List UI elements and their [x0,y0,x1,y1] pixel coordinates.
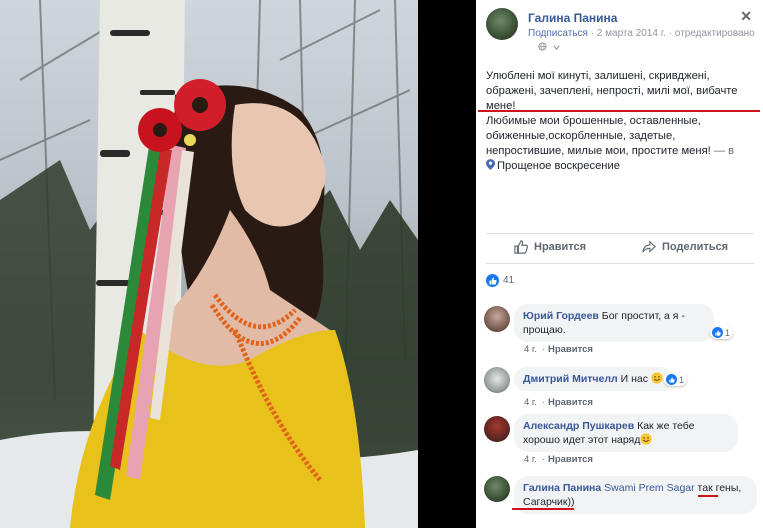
likes-count: 41 [503,275,515,286]
comment-2: Дмитрий Митчелл И нас 1 4 г. · Нравится [484,367,759,408]
smile-emoji-icon [651,372,663,384]
commenter-avatar[interactable] [484,476,510,502]
share-icon [642,240,656,253]
author-avatar[interactable] [486,8,518,40]
subscribe-link[interactable]: Подписаться [528,28,588,39]
red-underline-name [512,508,574,510]
comment-4: Галина Панина Swami Prem Sagar так гены,… [484,476,759,526]
reaction-count: 1 [725,327,731,338]
like-icon [666,374,677,385]
like-icon [712,327,723,338]
commenter-avatar[interactable] [484,416,510,442]
close-icon[interactable]: ✕ [740,8,752,25]
comment-meta: 4 г. · Нравится [524,344,593,355]
privacy-row [538,42,560,53]
commenter-name[interactable]: Галина Панина [523,482,601,494]
commenter-name[interactable]: Александр Пушкарев [523,420,634,432]
comment-like-link[interactable]: Нравится [548,397,593,408]
smile-emoji-icon [640,433,652,445]
comment-bubble: Дмитрий Митчелл И нас [514,367,672,391]
chevron-down-icon[interactable] [552,44,560,51]
share-button-label: Поделиться [662,241,729,253]
comment-time[interactable]: 4 г. [524,454,537,465]
like-button-label: Нравится [534,241,587,253]
like-button[interactable]: Нравится [514,240,586,254]
facebook-post: Галина Панина Подписаться · 2 марта 2014… [476,0,763,528]
author-name[interactable]: Галина Панина [528,11,617,25]
divider-top [486,233,754,234]
post-body: Улюблені мої кинуті, залишені, скривджен… [486,69,752,174]
photo-illustration [0,0,418,528]
thumbs-up-icon [514,240,528,254]
post-meta: Подписаться · 2 марта 2014 г. · отредакт… [528,28,755,39]
share-button[interactable]: Поделиться [642,240,728,254]
comment-time[interactable]: 4 г. [524,397,537,408]
like-icon [486,274,499,287]
red-underline-word [698,495,718,497]
comment-time[interactable]: 4 г. [524,344,537,355]
comment-1: Юрий Гордеев Бог простит, а я - прощаю. … [484,304,759,355]
post-photo[interactable] [0,0,418,528]
image-gap [418,0,476,528]
red-underline-post [478,110,760,112]
comment-text: И нас [620,373,648,385]
comment-meta: 4 г. · Нравится [524,454,593,465]
divider-bottom [486,263,754,264]
post-header: Галина Панина Подписаться · 2 марта 2014… [486,8,756,56]
location-prefix: — в [713,145,735,157]
likes-summary[interactable]: 41 [486,274,514,287]
comment-bubble: Александр Пушкарев Как же тебе хорошо ид… [514,414,738,452]
comment-reactions[interactable]: 1 [710,326,734,339]
reaction-count: 1 [679,374,685,385]
globe-icon [538,42,547,51]
post-text-ukrainian: Улюблені мої кинуті, залишені, скривджен… [486,70,738,112]
post-text-russian: Любимые мои брошенные, оставленные, обиж… [486,114,752,174]
comment-like-link[interactable]: Нравится [548,454,593,465]
commenter-avatar[interactable] [484,367,510,393]
comment-meta: 4 г. · Нравится [524,397,593,408]
post-text-russian-body: Любимые мои брошенные, оставленные, обиж… [486,115,711,157]
comment-reactions[interactable]: 1 [664,373,688,386]
location-link[interactable]: Прощеное воскресение [497,160,620,172]
comment-bubble: Юрий Гордеев Бог простит, а я - прощаю. [514,304,714,342]
post-date[interactable]: · 2 марта 2014 г. · отредактировано [591,28,755,39]
comment-like-link[interactable]: Нравится [548,344,593,355]
comment-3: Александр Пушкарев Как же тебе хорошо ид… [484,414,759,466]
commenter-name[interactable]: Дмитрий Митчелл [523,373,618,385]
pin-icon [486,159,495,170]
commenter-name[interactable]: Юрий Гордеев [523,310,599,322]
post-actions: Нравится Поделиться [486,237,754,259]
commenter-avatar[interactable] [484,306,510,332]
mention-tag[interactable]: Swami Prem Sagar [604,482,694,494]
comment-text-part-a: так [697,482,713,494]
